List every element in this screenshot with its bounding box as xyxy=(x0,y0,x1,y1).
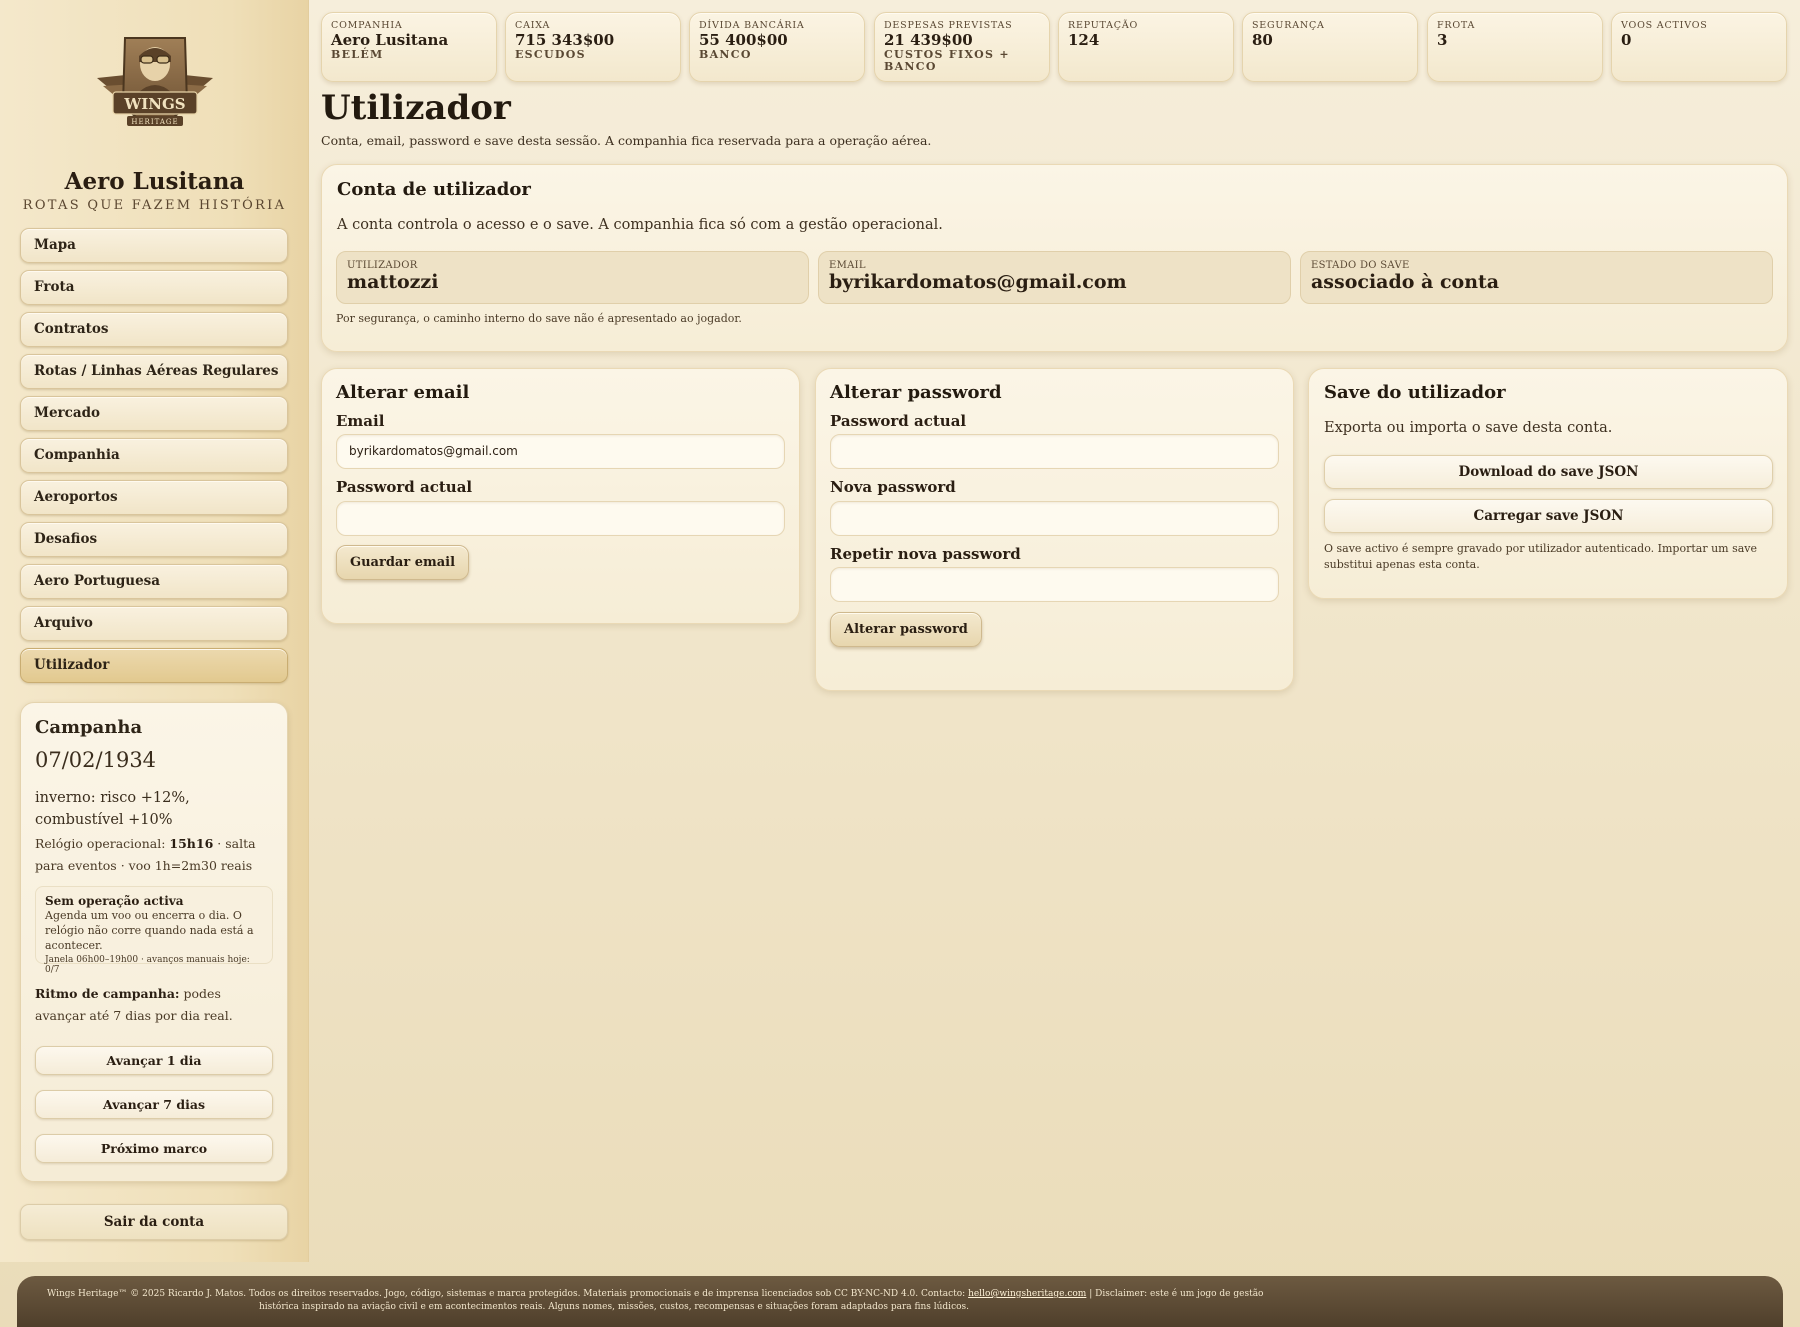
svg-text:WINGS: WINGS xyxy=(123,95,185,113)
account-card-title: Conta de utilizador xyxy=(337,179,531,200)
change-email-title: Alterar email xyxy=(336,382,470,403)
operation-status-box: Sem operação activa Agenda um voo ou enc… xyxy=(35,886,273,975)
footer-line-2: histórica inspirado na aviação civil e e… xyxy=(259,1302,970,1312)
nav-item-desafios[interactable]: Desafios xyxy=(20,522,288,557)
stat-safety: SEGURANÇA 80 xyxy=(1242,12,1418,82)
nav-item-aeroportos[interactable]: Aeroportos xyxy=(20,480,288,515)
username-box: UTILIZADOR mattozzi xyxy=(336,251,809,304)
main-nav: Mapa Frota Contratos Rotas / Linhas Aére… xyxy=(20,228,288,690)
wings-heritage-logo[interactable]: WINGS HERITAGE 1934 xyxy=(95,34,215,146)
change-email-card xyxy=(321,368,800,624)
sidebar: WINGS HERITAGE 1934 Aero Lusitana ROTAS … xyxy=(0,0,309,1262)
change-password-button[interactable]: Alterar password xyxy=(830,612,982,647)
nav-item-mapa[interactable]: Mapa xyxy=(20,228,288,263)
stats-bar: COMPANHIA Aero Lusitana BELÉM CAIXA 715 … xyxy=(321,12,1788,82)
stat-reputation: REPUTAÇÃO 124 xyxy=(1058,12,1234,82)
nav-item-frota[interactable]: Frota xyxy=(20,270,288,305)
change-password-title: Alterar password xyxy=(830,382,1002,403)
account-email-value: byrikardomatos@gmail.com xyxy=(829,271,1127,293)
nav-item-contratos[interactable]: Contratos xyxy=(20,312,288,347)
operational-clock: Relógio operacional: 15h16 · salta para … xyxy=(35,836,256,873)
repeat-password-label: Repetir nova password xyxy=(830,545,1021,563)
email-current-password-label: Password actual xyxy=(336,478,473,496)
company-tagline: ROTAS QUE FAZEM HISTÓRIA xyxy=(22,198,287,213)
pilot-emblem-icon: WINGS HERITAGE 1934 xyxy=(97,37,213,136)
operation-status-title: Sem operação activa xyxy=(45,894,184,908)
user-save-text: Exporta ou importa o save desta conta. xyxy=(1324,420,1613,436)
repeat-password-input[interactable] xyxy=(830,567,1279,602)
advance-1-day-button[interactable]: Avançar 1 dia xyxy=(35,1046,273,1075)
footer-line-1: Wings Heritage™ © 2025 Ricardo J. Matos.… xyxy=(47,1289,1264,1299)
page-title: Utilizador xyxy=(321,88,511,128)
nav-item-rotas[interactable]: Rotas / Linhas Aéreas Regulares xyxy=(20,354,288,389)
logout-button[interactable]: Sair da conta xyxy=(20,1204,288,1240)
svg-text:HERITAGE: HERITAGE xyxy=(131,118,178,126)
stat-company: COMPANHIA Aero Lusitana BELÉM xyxy=(321,12,497,82)
campaign-rhythm: Ritmo de campanha: podes avançar até 7 d… xyxy=(35,986,233,1023)
account-card-text: A conta controla o acesso e o save. A co… xyxy=(337,217,943,233)
stat-fleet: FROTA 3 xyxy=(1427,12,1603,82)
campaign-date: 07/02/1934 xyxy=(35,748,157,772)
advance-7-days-button[interactable]: Avançar 7 dias xyxy=(35,1090,273,1119)
current-password-input[interactable] xyxy=(830,434,1279,469)
page-subtitle: Conta, email, password e save desta sess… xyxy=(321,133,932,148)
email-input[interactable]: byrikardomatos@gmail.com xyxy=(336,434,785,469)
nav-item-utilizador[interactable]: Utilizador xyxy=(20,648,288,683)
email-label: Email xyxy=(336,412,385,430)
username-value: mattozzi xyxy=(347,271,439,293)
new-password-label: Nova password xyxy=(830,478,956,496)
save-status-box: ESTADO DO SAVE associado à conta xyxy=(1300,251,1773,304)
save-email-button[interactable]: Guardar email xyxy=(336,545,470,580)
campaign-season: inverno: risco +12%, combustível +10% xyxy=(35,790,190,828)
stat-active-flights: VOOS ACTIVOS 0 xyxy=(1611,12,1787,82)
stat-bank-debt: DÍVIDA BANCÁRIA 55 400$00 BANCO xyxy=(689,12,865,82)
campaign-panel: Campanha 07/02/1934 inverno: risco +12%,… xyxy=(20,702,288,1182)
next-milestone-button[interactable]: Próximo marco xyxy=(35,1134,273,1163)
operation-window: Janela 06h00–19h00 · avanços manuais hoj… xyxy=(45,955,250,975)
footer: Wings Heritage™ © 2025 Ricardo J. Matos.… xyxy=(17,1276,1783,1327)
upload-save-button[interactable]: Carregar save JSON xyxy=(1324,499,1773,533)
user-save-note: O save activo é sempre gravado por utili… xyxy=(1324,542,1758,571)
nav-item-aero-portuguesa[interactable]: Aero Portuguesa xyxy=(20,564,288,599)
email-current-password-input[interactable] xyxy=(336,501,785,536)
operation-status-text: Agenda um voo ou encerra o dia. O relógi… xyxy=(45,909,254,952)
download-save-button[interactable]: Download do save JSON xyxy=(1324,455,1773,489)
svg-text:1934: 1934 xyxy=(149,130,162,136)
nav-item-mercado[interactable]: Mercado xyxy=(20,396,288,431)
account-email-box: EMAIL byrikardomatos@gmail.com xyxy=(818,251,1291,304)
contact-email-link[interactable]: hello@wingsheritage.com xyxy=(968,1289,1086,1299)
save-status-value: associado à conta xyxy=(1311,271,1500,293)
stat-expected-expenses: DESPESAS PREVISTAS 21 439$00 CUSTOS FIXO… xyxy=(874,12,1050,82)
company-name: Aero Lusitana xyxy=(64,168,245,195)
nav-item-arquivo[interactable]: Arquivo xyxy=(20,606,288,641)
clock-time: 15h16 xyxy=(169,836,214,851)
campaign-title: Campanha xyxy=(35,717,143,738)
new-password-input[interactable] xyxy=(830,501,1279,536)
stat-cash: CAIXA 715 343$00 ESCUDOS xyxy=(505,12,681,82)
nav-item-companhia[interactable]: Companhia xyxy=(20,438,288,473)
account-security-note: Por segurança, o caminho interno do save… xyxy=(336,312,742,325)
current-password-label: Password actual xyxy=(830,412,967,430)
user-save-title: Save do utilizador xyxy=(1324,382,1506,403)
